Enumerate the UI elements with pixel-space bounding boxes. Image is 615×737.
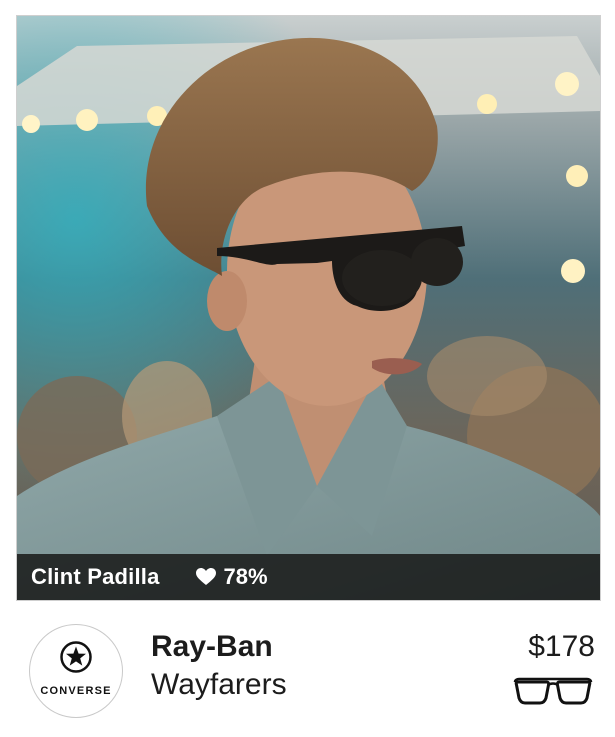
heart-icon	[195, 568, 216, 585]
photo-caption-bar: Clint Padilla 78%	[17, 554, 600, 600]
brand-logo-text: CONVERSE	[40, 685, 112, 697]
glasses-icon	[513, 677, 593, 705]
product-row[interactable]: CONVERSE Ray-Ban Wayfarers $178	[0, 612, 615, 737]
photo-image	[17, 16, 600, 600]
person-name[interactable]: Clint Padilla	[31, 564, 160, 590]
product-brand[interactable]: Ray-Ban	[151, 630, 273, 664]
like-rating[interactable]: 78%	[195, 564, 268, 590]
like-percent: 78%	[223, 564, 268, 589]
product-model[interactable]: Wayfarers	[151, 668, 287, 702]
outfit-photo[interactable]: Clint Padilla 78%	[16, 15, 601, 601]
product-price: $178	[528, 630, 595, 663]
brand-logo[interactable]: CONVERSE	[29, 624, 123, 718]
product-card: Clint Padilla 78% CONVERSE Ray-Ban Wayfa…	[0, 0, 615, 737]
converse-star-icon	[60, 641, 92, 673]
